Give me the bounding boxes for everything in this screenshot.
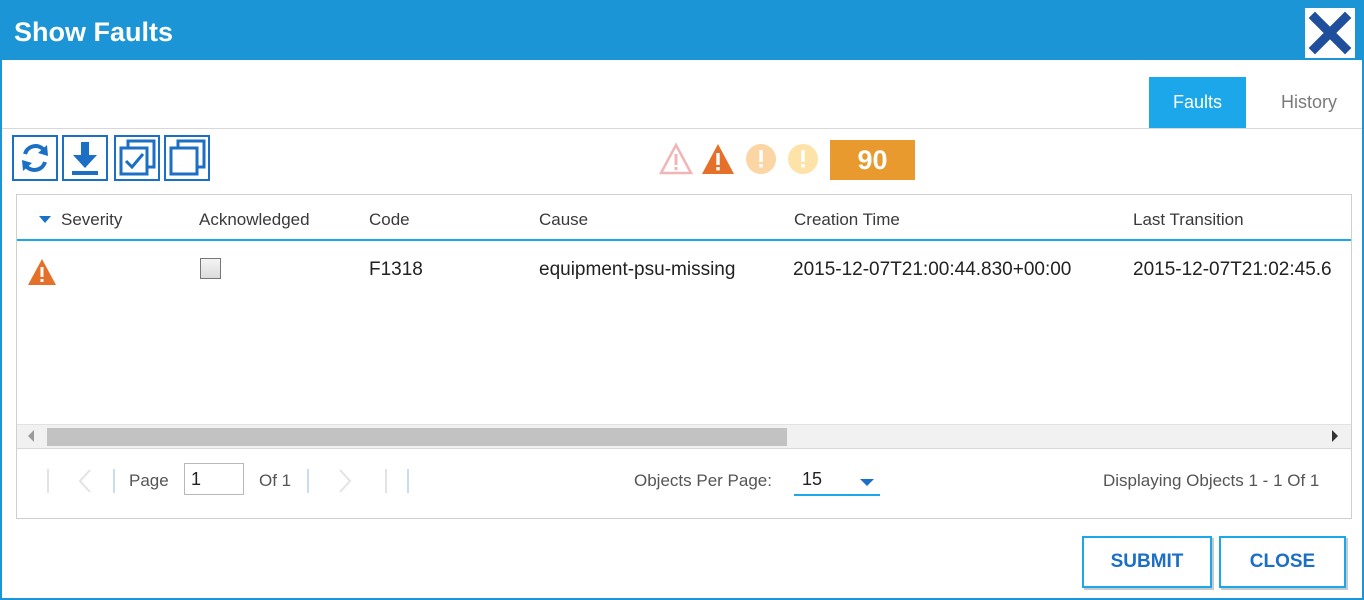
tab-history[interactable]: History (1264, 77, 1354, 128)
objects-per-page-value: 15 (802, 469, 823, 489)
major-warning-icon[interactable] (700, 142, 736, 176)
pager-divider (307, 469, 309, 493)
page-number-input[interactable]: 1 (184, 463, 244, 495)
sort-descending-icon (39, 216, 51, 223)
dialog-title: Show Faults (14, 17, 174, 47)
deselect-all-button[interactable] (164, 135, 210, 181)
column-header-code[interactable]: Code (369, 210, 410, 230)
table-row[interactable]: F1318 equipment-psu-missing 2015-12-07T2… (17, 243, 1351, 423)
objects-per-page-label: Objects Per Page: (634, 471, 772, 490)
tabs-divider (2, 128, 1362, 129)
column-header-last-transition[interactable]: Last Transition (1133, 210, 1244, 230)
download-icon (72, 142, 98, 175)
pager-divider (113, 469, 115, 493)
fault-count-badge[interactable]: 90 (830, 140, 915, 180)
select-all-icon (119, 139, 156, 176)
warning-info-icon[interactable] (786, 142, 820, 176)
next-page-icon[interactable] (337, 468, 353, 494)
horizontal-scrollbar[interactable] (17, 424, 1351, 448)
critical-outline-icon[interactable] (658, 142, 694, 176)
displaying-objects-text: Displaying Objects 1 - 1 Of 1 (1103, 471, 1320, 490)
page-label: Page (129, 471, 169, 490)
column-header-cause[interactable]: Cause (539, 210, 588, 230)
grid-header: Severity Acknowledged Code Cause Creatio… (17, 195, 1351, 241)
dialog-titlebar: Show Faults (2, 2, 1362, 60)
previous-page-icon[interactable] (77, 468, 93, 494)
major-warning-icon (28, 259, 56, 285)
pagination-bar: Page 1 Of 1 Objects Per Page: 15 Display… (17, 448, 1351, 518)
acknowledged-checkbox[interactable] (200, 258, 221, 279)
first-page-icon[interactable] (47, 469, 49, 493)
column-header-severity[interactable]: Severity (39, 210, 122, 230)
cell-cause: equipment-psu-missing (539, 259, 736, 280)
page-of-label: Of 1 (259, 471, 292, 490)
cell-last-transition: 2015-12-07T21:02:45.6 (1133, 259, 1332, 280)
show-faults-dialog: Show Faults Faults History 90 Severity A… (0, 0, 1364, 600)
faults-grid: Severity Acknowledged Code Cause Creatio… (16, 194, 1352, 519)
chevron-down-icon (860, 479, 874, 486)
scroll-left-arrow-icon[interactable] (28, 430, 34, 442)
submit-button[interactable]: SUBMIT (1082, 536, 1212, 588)
deselect-all-icon (169, 139, 206, 176)
scrollbar-thumb[interactable] (47, 428, 787, 446)
refresh-icon (22, 144, 48, 172)
objects-per-page-select[interactable]: 15 (794, 464, 880, 496)
select-all-button[interactable] (114, 135, 160, 181)
column-header-creation-time[interactable]: Creation Time (794, 210, 900, 230)
pager-divider (407, 469, 409, 493)
last-page-icon[interactable] (385, 469, 387, 493)
cell-code: F1318 (369, 259, 423, 280)
close-x-icon[interactable] (1303, 6, 1357, 60)
download-button[interactable] (62, 135, 108, 181)
minor-info-icon[interactable] (744, 142, 778, 176)
refresh-button[interactable] (12, 135, 58, 181)
cell-creation-time: 2015-12-07T21:00:44.830+00:00 (793, 259, 1072, 280)
column-header-acknowledged[interactable]: Acknowledged (199, 210, 310, 230)
scroll-right-arrow-icon[interactable] (1332, 430, 1338, 442)
tab-faults[interactable]: Faults (1149, 77, 1246, 128)
close-button[interactable]: CLOSE (1219, 536, 1346, 588)
